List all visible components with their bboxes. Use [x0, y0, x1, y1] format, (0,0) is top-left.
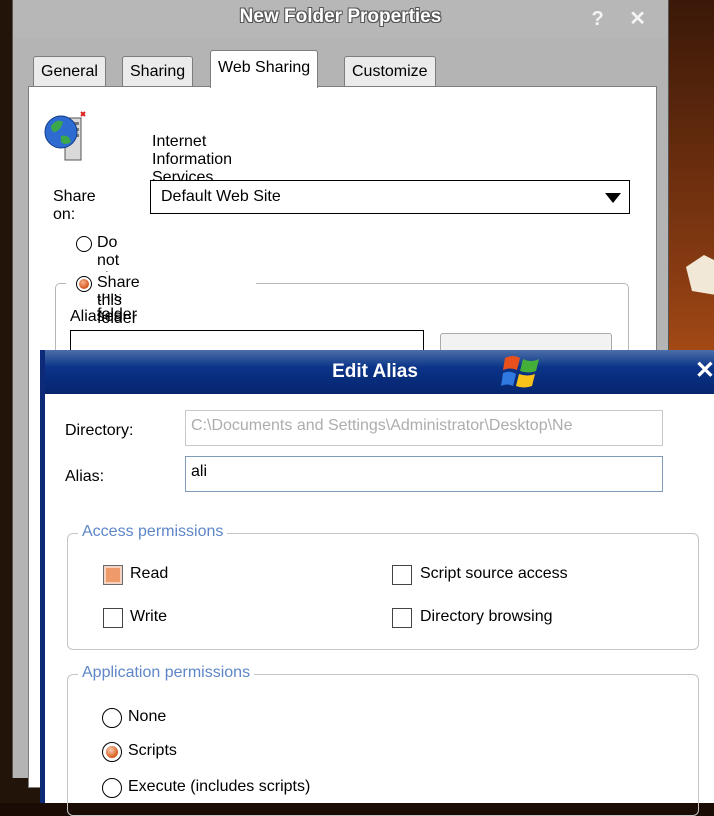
alias-label: Alias:: [65, 468, 105, 485]
script-source-access-label: Script source access: [420, 565, 568, 582]
write-checkbox[interactable]: [103, 608, 123, 628]
scripts-label: Scripts: [128, 742, 177, 759]
application-permissions-title: Application permissions: [78, 664, 255, 682]
tab-sharing[interactable]: Sharing: [122, 56, 194, 87]
share-on-select[interactable]: Default Web Site: [150, 180, 630, 214]
directory-field: C:\Documents and Settings\Administrator\…: [185, 410, 663, 446]
properties-title-bar[interactable]: New Folder Properties ? ✕: [13, 0, 668, 38]
write-label: Write: [130, 608, 168, 625]
group-title-background: [66, 272, 256, 294]
chevron-down-icon[interactable]: [605, 193, 621, 203]
read-label: Read: [130, 565, 169, 582]
tab-customize[interactable]: Customize: [344, 56, 436, 87]
edit-alias-dialog: Edit Alias ✕ Directory: C:\Documents and…: [40, 350, 714, 816]
share-folder-radio[interactable]: [76, 276, 92, 292]
close-icon[interactable]: ✕: [695, 356, 714, 385]
access-permissions-group: [67, 533, 699, 650]
read-checkbox[interactable]: [103, 565, 123, 585]
alias-input[interactable]: ali: [185, 456, 663, 492]
access-permissions-title: Access permissions: [78, 523, 228, 541]
windows-logo-icon: [501, 356, 539, 388]
iis-server-globe-icon: [44, 111, 86, 161]
none-radio[interactable]: [102, 708, 122, 728]
directory-label: Directory:: [65, 422, 134, 439]
script-source-access-checkbox[interactable]: [392, 565, 412, 585]
scripts-radio[interactable]: [102, 742, 122, 762]
share-on-label: Share on:: [53, 188, 96, 223]
title-help-close-buttons[interactable]: ? ✕: [591, 6, 656, 31]
none-label: None: [128, 708, 167, 725]
execute-radio[interactable]: [102, 778, 122, 798]
execute-label: Execute (includes scripts): [128, 778, 311, 795]
desktop-edge: [0, 0, 12, 803]
edit-alias-title-bar[interactable]: Edit Alias ✕: [45, 350, 714, 394]
service-name: Internet Information Services: [152, 133, 233, 186]
edit-alias-title: Edit Alias: [332, 361, 418, 382]
directory-browsing-label: Directory browsing: [420, 608, 553, 625]
tab-general[interactable]: General: [33, 56, 106, 87]
aliases-label: Aliases: [70, 308, 122, 325]
directory-browsing-checkbox[interactable]: [392, 608, 412, 628]
tab-web-sharing[interactable]: Web Sharing: [210, 50, 319, 88]
properties-title: New Folder Properties: [239, 6, 442, 27]
do-not-share-radio[interactable]: [76, 236, 92, 252]
share-on-value: Default Web Site: [161, 188, 281, 205]
